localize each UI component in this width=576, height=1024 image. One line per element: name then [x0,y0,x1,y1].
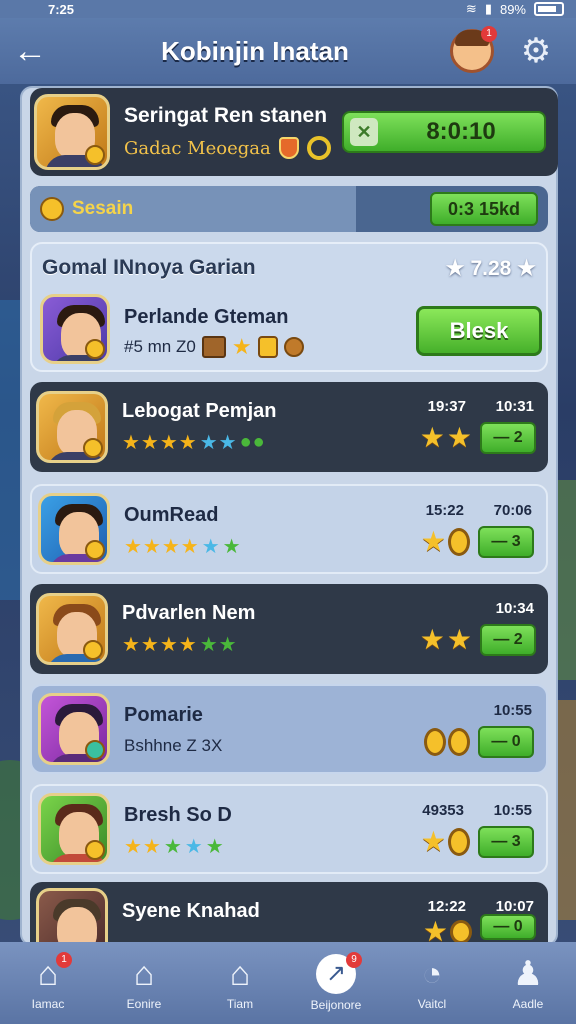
time-end: 10:55 [493,802,532,819]
list-item[interactable]: Pomarie Bshhne Z 3X 10:55 — 0 [30,684,548,774]
rating-stars: ★★ ★ ★ ★ [124,836,225,858]
person-icon: ♟ [512,955,544,993]
tab-team[interactable]: ⌂ Tiam [192,942,288,1024]
star-icon: ★ [231,334,252,359]
player-name: Lebogat Pemjan [122,400,277,422]
tab-label: Vaitcl [417,997,447,1011]
user-avatar[interactable]: 1 [450,26,497,73]
reward-icons: ★ ★ [419,422,472,453]
rating-stars: ★★★★ ★★ ●● [122,431,266,454]
time-start: 15:22 [425,502,464,519]
status-time: 7:25 [48,1,75,17]
status-bar: 7:25 ≋ ▮ 89% [0,0,576,18]
shop-icon: ⌂ [133,955,155,993]
row-action-button[interactable]: — 2 [480,422,536,454]
arrow-left-icon: ← [13,31,47,70]
profile-subtitle: Gadac Meoegaa [124,136,342,160]
tab-active[interactable]: ↗ 9 Beijonore [288,942,384,1024]
group-player-name: Perlande Gteman [124,306,289,328]
player-avatar [38,793,110,865]
tab-home[interactable]: ⌂ 1 Iamac [0,942,96,1024]
player-name: OumRead [124,504,219,526]
time-end: 10:31 [495,398,534,415]
tab-label: Eonire [126,997,162,1011]
time-start: 12:22 [427,898,466,915]
time-end: 10:55 [493,702,532,719]
group-card: Gomal INnoya Garian ★ 7.28 ★ Perlande Gt… [30,242,548,372]
house-icon: ⌂ [229,955,251,993]
globe-icon: ◔ [421,955,443,993]
list-item[interactable]: Syene Knahad 12:22 10:07 ★ — 0 [30,882,548,960]
wifi-icon: ≋ [465,1,477,16]
session-label: Sesain [72,198,134,219]
reward-icons [424,728,470,756]
time-end: 70:06 [493,502,532,519]
tab-label: Beijonore [310,998,362,1012]
tab-profile[interactable]: ♟ Aadle [480,942,576,1024]
group-rating: ★ 7.28 ★ [445,257,536,280]
back-button[interactable]: ← [0,21,60,81]
player-avatar [36,391,108,463]
shield-icon [278,137,299,159]
battery-percent: 89% [499,1,526,17]
tab-label: Tiam [226,997,254,1011]
page-title: Kobinjin Inatan [161,35,349,66]
player-name: Pomarie [124,704,203,726]
player-name: Pdvarlen Nem [122,602,256,624]
row-action-button[interactable]: — 3 [478,826,534,858]
timer-value: 8:0:10 [426,118,496,145]
player-sub: Bshhne Z 3X [124,736,223,755]
reward-icons: ★ [421,528,470,556]
session-bar: Sesain 0:3 15kd [30,186,548,232]
tab-label: Aadle [512,997,544,1011]
time-end: 10:34 [495,600,534,617]
notification-badge: 1 [481,26,497,42]
bottom-tab-bar: ⌂ 1 Iamac ⌂ Eonire ⌂ Tiam ↗ 9 Beijonore … [0,942,576,1024]
tab-world[interactable]: ◔ Vaitcl [384,942,480,1024]
list-item[interactable]: Pdvarlen Nem ★★★★ ★★ 10:34 ★ ★ — 2 [30,584,548,674]
player-name: Syene Knahad [122,900,260,922]
tab-label: Iamac [31,997,65,1011]
reward-icons: ★ [421,828,470,856]
list-item[interactable]: Lebogat Pemjan ★★★★ ★★ ●● 19:37 10:31 ★ ★ —… [30,382,548,472]
tab-badge: 9 [346,952,362,968]
group-player-avatar[interactable] [40,294,110,364]
rating-stars: ★★★★★★ [122,634,238,656]
list-item[interactable]: Bresh So D ★★ ★ ★ ★ 49353 10:55 ★ — 3 [30,784,548,874]
scroll-icon [257,336,278,358]
player-avatar [36,593,108,665]
row-action-button[interactable]: — 0 [478,726,534,758]
row-action-button[interactable]: — 2 [480,624,536,656]
signal-icon: ▮ [484,1,492,16]
session-value-button[interactable]: 0:3 15kd [430,192,538,226]
time-start: 19:37 [427,398,466,415]
list-item[interactable]: OumRead ★★★★ ★ ★ 15:22 70:06 ★ — 3 [30,484,548,574]
tab-shop[interactable]: ⌂ Eonire [96,942,192,1024]
battery-icon [534,2,564,16]
row-action-button[interactable]: — 3 [478,526,534,558]
ring-icon [306,136,331,160]
group-title: Gomal INnoya Garian [42,256,256,279]
timer-button[interactable]: ✕ 8:0:10 [342,111,546,153]
gear-icon[interactable]: ⚙ [516,31,556,71]
time-start: 49353 [422,802,464,819]
profile-card: Seringat Ren stanen Gadac Meoegaa ✕ 8:0:… [30,88,558,176]
close-icon[interactable]: ✕ [350,118,378,146]
chest-icon [201,336,226,358]
rating-stars: ★★★★★★ [124,536,242,558]
coin-icon [40,197,64,221]
player-name: Bresh So D [124,804,232,826]
orb-icon [283,337,304,357]
player-avatar [38,493,110,565]
group-action-button[interactable]: Blesk [416,306,542,356]
reward-icons: ★ ★ [419,624,472,655]
profile-avatar[interactable] [34,94,110,170]
header: ← Kobinjin Inatan 1 ⚙ [0,18,576,84]
player-avatar [38,693,110,765]
profile-name: Seringat Ren stanen [124,104,328,127]
group-player-sub: #5 mn Z0 ★ [124,336,304,358]
time-end: 10:07 [495,898,534,915]
row-action-button[interactable]: — 0 [480,914,536,940]
tab-badge: 1 [56,952,72,968]
